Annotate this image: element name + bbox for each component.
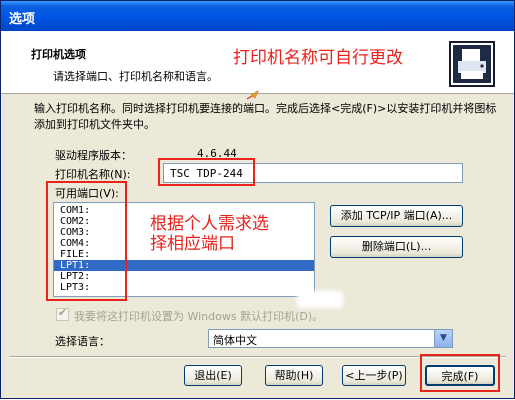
- header-subtitle: 请选择端口、打印机名称和语言。: [53, 70, 218, 83]
- checkmark-icon: ✔: [58, 306, 68, 319]
- add-tcpip-port-button[interactable]: 添加 TCP/IP 端口(A)...: [330, 205, 463, 227]
- finish-highlight: [420, 354, 500, 392]
- printer-icon: [449, 41, 495, 87]
- description-text: 输入打印机名称。同时选择打印机要连接的端口。完成后选择<完成(F)>以安装打印机…: [34, 102, 497, 131]
- options-dialog: 选项 打印机选项 请选择端口、打印机名称和语言。 打印机名称可自行更改 输入打印…: [0, 0, 515, 399]
- redaction-blur: [297, 291, 343, 308]
- header-title: 打印机选项: [31, 48, 86, 61]
- delete-port-button[interactable]: 删除端口(L)...: [330, 236, 463, 258]
- printer-name-annotation: 打印机名称可自行更改: [233, 48, 403, 68]
- title-bar[interactable]: 选项: [1, 1, 514, 31]
- exit-button[interactable]: 退出(E): [184, 365, 242, 386]
- default-printer-label: 我要将这打印机设置为 Windows 默认打印机(D)。: [74, 310, 324, 323]
- back-button[interactable]: <上一步(P): [342, 365, 406, 386]
- driver-version-label: 驱动程序版本：: [55, 149, 132, 162]
- language-select[interactable]: 简体中文 ▼: [208, 329, 453, 348]
- help-button[interactable]: 帮助(H): [265, 365, 323, 386]
- default-printer-checkbox[interactable]: ✔: [56, 306, 69, 321]
- chevron-down-icon[interactable]: ▼: [434, 330, 452, 347]
- printer-name-label: 打印机名称(N):: [55, 168, 131, 181]
- printer-name-highlight: [158, 158, 255, 186]
- ports-highlight: [46, 181, 127, 301]
- window-title: 选项: [9, 12, 36, 27]
- language-label: 选择语言：: [55, 335, 110, 348]
- language-value: 简体中文: [213, 334, 257, 347]
- port-annotation-line2: 择相应端口: [150, 234, 235, 254]
- port-annotation-line1: 根据个人需求选: [150, 214, 269, 234]
